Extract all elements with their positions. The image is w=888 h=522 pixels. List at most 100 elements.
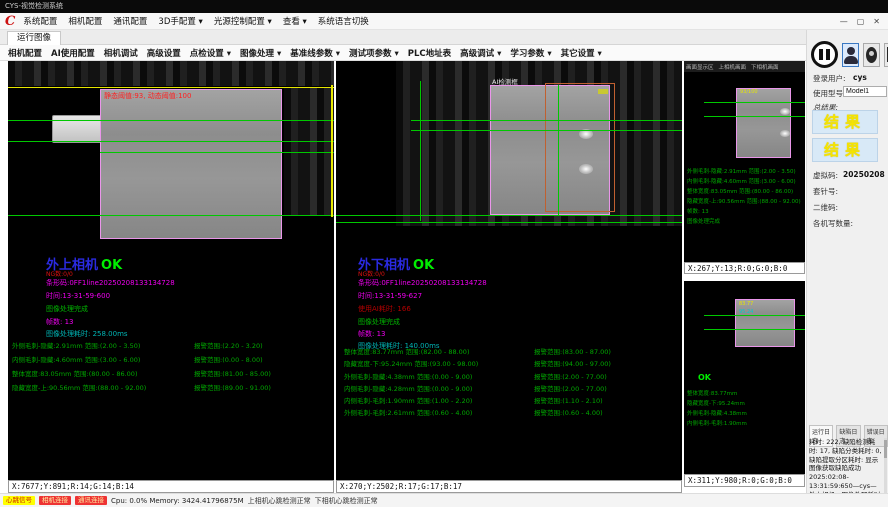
middle-measure-row: 整体宽度:83.77mm 范围:(82.00 - 88.00) 报警范围:(83… xyxy=(344,346,674,356)
menu-camera-config[interactable]: 相机配置 xyxy=(68,15,102,27)
left-part-image xyxy=(100,89,282,239)
threshold-overlay-text: 静态阈值:93, 动态阈值:100 xyxy=(104,91,191,101)
menu-system-config[interactable]: 系统配置 xyxy=(23,15,57,27)
tool-baseline-params[interactable]: 基准线参数 ▾ xyxy=(290,47,340,59)
middle-green-vline-1 xyxy=(420,81,421,221)
tool-spot-check[interactable]: 点检设置 ▾ xyxy=(190,47,231,59)
thumb-header-item[interactable]: 下相机画面 xyxy=(751,63,779,71)
tool-advanced-debug[interactable]: 高级调试 ▾ xyxy=(460,47,501,59)
middle-green-line-2 xyxy=(411,130,682,131)
window-controls: — ▢ ✕ xyxy=(840,17,888,26)
virtual-code-label: 虚拟码: xyxy=(813,170,838,181)
bottom-camera-heartbeat-text: 下相机心跳检测正常 xyxy=(315,496,378,506)
qr-code-label: 二维码: xyxy=(813,202,838,213)
measure-alarm: 报警范围:(2.00 - 77.00) xyxy=(534,371,607,381)
thumb2-green-line-2 xyxy=(704,329,805,330)
middle-green-line-3 xyxy=(336,215,682,216)
menu-comm-config[interactable]: 通讯配置 xyxy=(113,15,147,27)
tool-other-settings[interactable]: 其它设置 ▾ xyxy=(561,47,602,59)
left-barcode-text: 条形码:0FF1line20250208133134728 xyxy=(46,278,175,288)
tool-advanced-settings[interactable]: 高级设置 xyxy=(147,47,181,59)
left-frame-count: 帧数: 13 xyxy=(46,317,74,327)
middle-yellow-marker xyxy=(598,89,608,94)
left-time-text: 时间:13-31-59-600 xyxy=(46,291,110,301)
middle-process-done: 图像处理完成 xyxy=(358,317,400,327)
pause-button[interactable] xyxy=(811,41,838,68)
thumb1-yellow-text: 93/100 xyxy=(740,89,758,95)
measure-alarm: 报警范围:(0.60 - 4.00) xyxy=(534,407,603,417)
titlebar: CYS-视觉检测系统 xyxy=(0,0,888,13)
menu-view[interactable]: 查看 ▾ xyxy=(283,15,307,27)
virtual-code-value: 20250208 xyxy=(843,170,885,179)
tool-camera-debug[interactable]: 相机调试 xyxy=(104,47,138,59)
result-box-bottom: 结果 xyxy=(812,138,878,162)
measure-value: 内侧毛刺-隐藏:4.60mm 范围:(3.00 - 6.00) xyxy=(12,356,140,364)
measure-value: 隐藏宽度-下:95.24mm 范围:(93.00 - 98.00) xyxy=(344,360,478,368)
tool-camera-config[interactable]: 相机配置 xyxy=(8,47,42,59)
measure-value: 整体宽度:83.77mm 范围:(82.00 - 88.00) xyxy=(344,348,469,356)
thumb1-part-image xyxy=(736,88,791,158)
measure-alarm: 报警范围:(89.00 - 91.00) xyxy=(194,382,271,392)
left-image-top-texture xyxy=(8,61,334,86)
thumb1-line: 隐藏宽度-上:90.56mm 范围:(88.00 - 92.00) xyxy=(687,197,801,205)
thumbnail-bottom-canvas[interactable]: 83.77 95.24 OK 整体宽度:83.77mm 隐藏宽度-下:95.24… xyxy=(684,281,805,474)
user-login-button[interactable] xyxy=(842,43,859,67)
measure-value: 外侧毛刺-隐藏:2.91mm 范围:(2.00 - 3.50) xyxy=(12,342,140,350)
middle-ai-time: 使用AI耗时: 166 xyxy=(358,304,411,314)
middle-barcode-text: 条形码:0FF1line20250208133134728 xyxy=(358,278,487,288)
thumbnail-top-canvas[interactable]: 93/100 外侧毛刺-隐藏:2.91mm 范围:(2.00 - 3.50) 内… xyxy=(684,72,805,262)
tool-learn-params[interactable]: 学习参数 ▾ xyxy=(510,47,551,59)
tab-bar: 运行图像 xyxy=(0,30,806,45)
tool-ai-config[interactable]: AI使用配置 xyxy=(51,47,95,59)
camera-connect-badge: 相机连接 xyxy=(39,496,71,505)
middle-green-line-4 xyxy=(336,222,682,223)
thumb-header-item[interactable]: 画面显示区 xyxy=(686,63,714,71)
comm-connect-badge: 通讯连接 xyxy=(75,496,107,505)
person-icon xyxy=(847,47,855,55)
close-button[interactable]: ✕ xyxy=(873,17,880,26)
bottom-status-bar: 心跳信号 相机连接 通讯连接 Cpu: 0.0% Memory: 3424.41… xyxy=(0,493,888,507)
left-process-done: 图像处理完成 xyxy=(46,304,88,314)
ai-detect-box xyxy=(545,83,615,212)
model-input[interactable] xyxy=(843,86,887,97)
menu-light-config[interactable]: 光源控制配置 ▾ xyxy=(214,15,272,27)
left-yellow-vline xyxy=(331,85,333,217)
thumb2-green-line-1 xyxy=(704,315,805,316)
middle-camera-result: OK xyxy=(413,258,434,273)
left-camera-canvas[interactable]: 静态阈值:93, 动态阈值:100 外上相机OK NG数:0/0 条形码:0FF… xyxy=(8,61,334,480)
tool-image-process[interactable]: 图像处理 ▾ xyxy=(240,47,281,59)
operator-button[interactable] xyxy=(863,43,880,67)
menubar: C 系统配置 相机配置 通讯配置 3D手配置 ▾ 光源控制配置 ▾ 查看 ▾ 系… xyxy=(0,13,888,30)
left-measure-row: 内侧毛刺-隐藏:4.60mm 范围:(3.00 - 6.00) 报警范围:(0.… xyxy=(12,354,334,364)
minimize-button[interactable]: — xyxy=(840,17,848,26)
middle-camera-canvas[interactable]: AI检测框 外下相机OK NG数:0/0 条形码:0FF1line2025020… xyxy=(336,61,682,480)
window-title: CYS-视觉检测系统 xyxy=(5,2,63,10)
left-measure-row: 隐藏宽度-上:90.56mm 范围:(88.00 - 92.00) 报警范围:(… xyxy=(12,382,334,392)
tool-test-params[interactable]: 测试项参数 ▾ xyxy=(349,47,399,59)
thumb-header-item[interactable]: 上相机画面 xyxy=(719,63,747,71)
measure-value: 外侧毛刺-毛刺:2.61mm 范围:(0.60 - 4.00) xyxy=(344,409,472,417)
menu-language[interactable]: 系统语言切换 xyxy=(318,15,369,27)
thumb1-line: 帧数: 13 xyxy=(687,207,709,215)
thumb1-line: 外侧毛刺-隐藏:2.91mm 范围:(2.00 - 3.50) xyxy=(687,167,796,175)
tool-plc-address[interactable]: PLC地址表 xyxy=(408,47,451,59)
tab-run-image[interactable]: 运行图像 xyxy=(7,31,61,45)
middle-measure-row: 外侧毛刺-毛刺:2.61mm 范围:(0.60 - 4.00) 报警范围:(0.… xyxy=(344,407,674,417)
left-measure-row: 整体宽度:83.05mm 范围:(80.00 - 86.00) 报警范围:(81… xyxy=(12,368,334,378)
thumb1-line: 图像处理完成 xyxy=(687,217,720,225)
maximize-button[interactable]: ▢ xyxy=(857,17,865,26)
cpu-memory-text: Cpu: 0.0% Memory: 3424.41796875M xyxy=(111,497,244,505)
log-scrollbar[interactable] xyxy=(884,438,887,500)
middle-coordinate-bar: X:270;Y:2502;R:17;G:17;B:17 xyxy=(336,480,682,493)
measure-alarm: 报警范围:(1.10 - 2.10) xyxy=(534,395,603,405)
thumb2-line: 内侧毛刺-毛刺:1.90mm xyxy=(687,419,747,427)
middle-time-text: 时间:13-31-59-627 xyxy=(358,291,422,301)
thumb1-green-line-2 xyxy=(704,116,805,117)
thumbnail-top-coordinate-bar: X:267;Y:13;R:0;G:0;B:0 xyxy=(684,262,805,274)
thumbnail-header: 画面显示区 上相机画面 下相机画面 xyxy=(684,61,805,72)
thumb1-bright-spot-1 xyxy=(780,108,790,115)
menu-3d-config[interactable]: 3D手配置 ▾ xyxy=(158,15,202,27)
thumb2-line: 外侧毛刺-隐藏:4.38mm xyxy=(687,409,747,417)
measure-value: 整体宽度:83.05mm 范围:(80.00 - 86.00) xyxy=(12,370,137,378)
exit-button[interactable] xyxy=(884,43,888,67)
